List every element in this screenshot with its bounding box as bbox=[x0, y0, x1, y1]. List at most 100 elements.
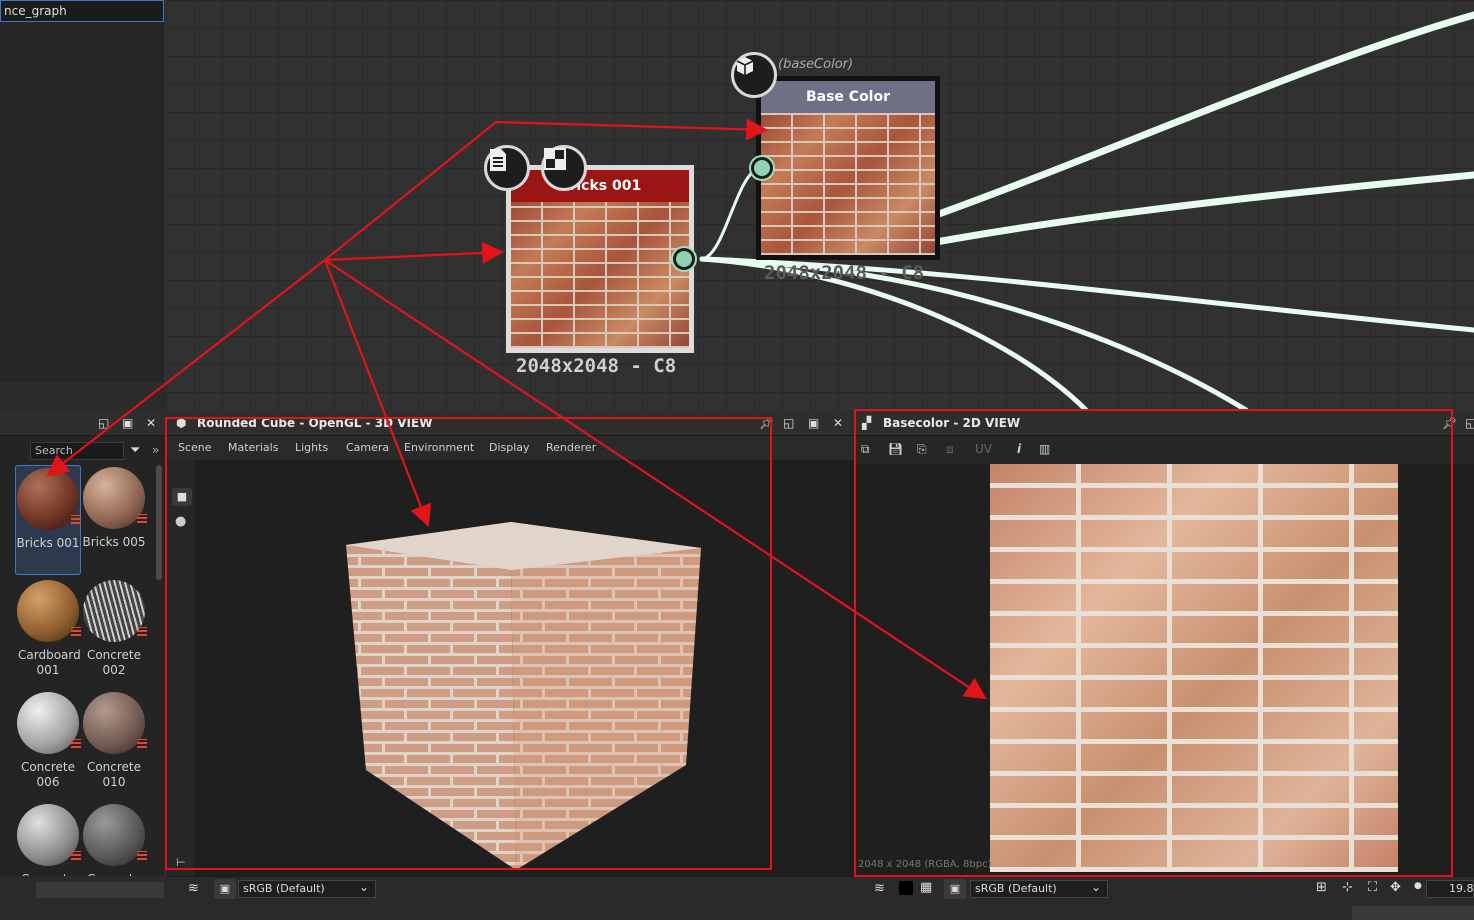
graph-canvas[interactable]: Bricks 001 2048x2048 - C8 Base Color (ba… bbox=[166, 0, 1474, 410]
black-swatch-icon[interactable] bbox=[899, 881, 913, 895]
uv-toggle-icon[interactable]: ⧈ bbox=[946, 442, 954, 457]
output-pin-bricks[interactable] bbox=[673, 248, 695, 270]
uv-dropdown[interactable]: UV bbox=[975, 442, 992, 456]
material-cardboard-001[interactable]: Cardboard 001 bbox=[15, 580, 81, 678]
pin-icon[interactable]: 📌︎ bbox=[1442, 417, 1457, 429]
menu-materials[interactable]: Materials bbox=[228, 441, 278, 454]
filter-icon[interactable]: ⏷ bbox=[130, 443, 140, 458]
rounded-cube-render[interactable] bbox=[336, 510, 756, 890]
material-concrete-a[interactable]: Concrete bbox=[15, 804, 81, 887]
restore-icon[interactable]: ◱ bbox=[98, 417, 109, 429]
menu-scene[interactable]: Scene bbox=[178, 441, 212, 454]
material-label: Concrete 006 bbox=[20, 760, 76, 789]
grid-icon[interactable]: ⊞ bbox=[1316, 880, 1327, 895]
view-3d-toolbar: ■ ● ⊢ bbox=[166, 460, 196, 876]
layers-icon[interactable]: ≋ bbox=[874, 881, 885, 896]
colorspace-select-2d[interactable]: sRGB (Default) bbox=[970, 879, 1108, 898]
pixel-icon[interactable]: ⊹ bbox=[1342, 880, 1353, 895]
view-2d-toolbar: ⧉ 💾︎ ⎘ ⧈ UV i ▥ bbox=[854, 436, 1474, 464]
save-icon[interactable]: 💾︎ bbox=[888, 442, 903, 456]
material-label: Concrete 010 bbox=[86, 760, 142, 789]
checker-icon[interactable]: ▦ bbox=[920, 880, 932, 895]
node-resolution-bricks: 2048x2048 - C8 bbox=[516, 355, 677, 377]
connection-bricks-to-basecolor bbox=[700, 165, 764, 261]
menu-renderer[interactable]: Renderer bbox=[546, 441, 596, 454]
material-bricks-005[interactable]: Bricks 005 bbox=[81, 467, 147, 550]
close-icon[interactable]: ✕ bbox=[833, 417, 843, 429]
node-base-color[interactable]: Base Color bbox=[756, 76, 940, 260]
material-concrete-006[interactable]: Concrete 006 bbox=[15, 692, 81, 790]
view-2d-header: ▞ Basecolor - 2D VIEW 📌︎ ◱ bbox=[854, 410, 1474, 436]
material-preview-icon bbox=[17, 468, 81, 530]
node-thumbnail bbox=[511, 202, 689, 348]
library-scrollbar[interactable] bbox=[156, 465, 162, 580]
library-panel: ◱ ▣ ✕ Search ⏷ » Bricks 001 Bricks 005 C… bbox=[0, 410, 166, 920]
material-concrete-b[interactable]: Concrete bbox=[81, 804, 147, 887]
menu-environment[interactable]: Environment bbox=[404, 441, 474, 454]
display-icon[interactable]: ▣ bbox=[944, 879, 966, 899]
fit-icon[interactable]: ⧉ bbox=[861, 442, 870, 457]
hierarchy-icon[interactable]: ⊢ bbox=[176, 856, 186, 869]
zoom-field[interactable]: 19.81 bbox=[1426, 880, 1474, 898]
restore-icon[interactable]: ◱ bbox=[783, 417, 794, 429]
zoom-dot-icon: ● bbox=[1414, 881, 1422, 891]
view-2d-title: Basecolor - 2D VIEW bbox=[883, 416, 1021, 430]
image-info: 2048 x 2048 (RGBA, 8bpc) bbox=[858, 859, 992, 870]
close-icon[interactable]: ✕ bbox=[146, 417, 156, 429]
node-frame: Bricks 001 bbox=[506, 165, 694, 353]
node-annotation: (baseColor) bbox=[778, 57, 854, 72]
explorer-scrollbar[interactable] bbox=[0, 382, 166, 410]
material-preview-icon bbox=[17, 692, 81, 754]
output-cube-icon[interactable] bbox=[731, 52, 777, 98]
material-preview-icon bbox=[17, 804, 81, 866]
layers-icon[interactable]: ≋ bbox=[188, 881, 199, 896]
menu-display[interactable]: Display bbox=[489, 441, 530, 454]
library-search-input[interactable]: Search bbox=[30, 442, 124, 460]
material-preview-icon bbox=[83, 804, 147, 866]
material-concrete-010[interactable]: Concrete 010 bbox=[81, 692, 147, 790]
maximize-icon[interactable]: ▣ bbox=[808, 417, 819, 429]
library-hscrollbar[interactable] bbox=[36, 882, 164, 898]
node-resolution-basecolor: 2048x2048 - C8 bbox=[764, 262, 925, 284]
explorer-panel: nce_graph bbox=[0, 0, 166, 410]
material-concrete-002[interactable]: Concrete 002 bbox=[81, 580, 147, 678]
material-preview-icon bbox=[83, 580, 147, 642]
restore-icon[interactable]: ◱ bbox=[1465, 417, 1474, 429]
material-label: Cardboard 001 bbox=[18, 648, 81, 677]
pin-icon[interactable]: 📌︎ bbox=[759, 417, 774, 429]
explorer-item-graph[interactable]: nce_graph bbox=[0, 0, 164, 22]
node-title: Base Color bbox=[761, 81, 935, 113]
material-bricks-001[interactable]: Bricks 001 bbox=[15, 465, 81, 575]
bitmap-document-icon[interactable] bbox=[484, 145, 530, 191]
node-title: Bricks 001 bbox=[511, 170, 689, 202]
input-pin-basecolor[interactable] bbox=[751, 157, 773, 179]
node-frame: Base Color bbox=[756, 76, 940, 260]
light-icon[interactable]: ● bbox=[175, 514, 186, 529]
view-3d-panel: ⬢ Rounded Cube - OpenGL - 3D VIEW 📌︎ ◱ ▣… bbox=[166, 410, 854, 876]
checker-pattern-icon[interactable] bbox=[541, 145, 587, 191]
info-icon[interactable]: i bbox=[1017, 442, 1021, 456]
view-3d-statusbar: ≋ ▣ sRGB (Default) bbox=[166, 876, 854, 920]
view-3d-header: ⬢ Rounded Cube - OpenGL - 3D VIEW 📌︎ ◱ ▣… bbox=[166, 410, 854, 436]
colorspace-select-3d[interactable]: sRGB (Default) bbox=[238, 879, 376, 898]
basecolor-image[interactable] bbox=[990, 464, 1398, 872]
material-label: Bricks 001 bbox=[16, 536, 80, 550]
pan-icon[interactable]: ✥ bbox=[1390, 880, 1401, 895]
menu-lights[interactable]: Lights bbox=[295, 441, 328, 454]
library-header: ◱ ▣ ✕ bbox=[0, 410, 166, 436]
node-thumbnail bbox=[761, 113, 935, 255]
histogram-icon[interactable]: ▥ bbox=[1039, 442, 1050, 456]
material-preview-icon bbox=[83, 692, 147, 754]
maximize-icon[interactable]: ▣ bbox=[122, 417, 133, 429]
display-icon[interactable]: ▣ bbox=[214, 879, 236, 899]
material-preview-icon bbox=[83, 467, 147, 529]
expand-icon[interactable]: » bbox=[152, 443, 159, 457]
camera-icon[interactable]: ■ bbox=[172, 488, 192, 506]
view-3d-title: Rounded Cube - OpenGL - 3D VIEW bbox=[197, 416, 433, 430]
copy-icon[interactable]: ⎘ bbox=[917, 442, 927, 457]
cube-icon: ⬢ bbox=[176, 416, 187, 430]
menu-camera[interactable]: Camera bbox=[346, 441, 389, 454]
frame-icon[interactable]: ⛶ bbox=[1368, 880, 1377, 895]
view-2d-panel: ▞ Basecolor - 2D VIEW 📌︎ ◱ ⧉ 💾︎ ⎘ ⧈ UV i… bbox=[854, 410, 1474, 876]
node-bricks-001[interactable]: Bricks 001 bbox=[506, 165, 694, 353]
